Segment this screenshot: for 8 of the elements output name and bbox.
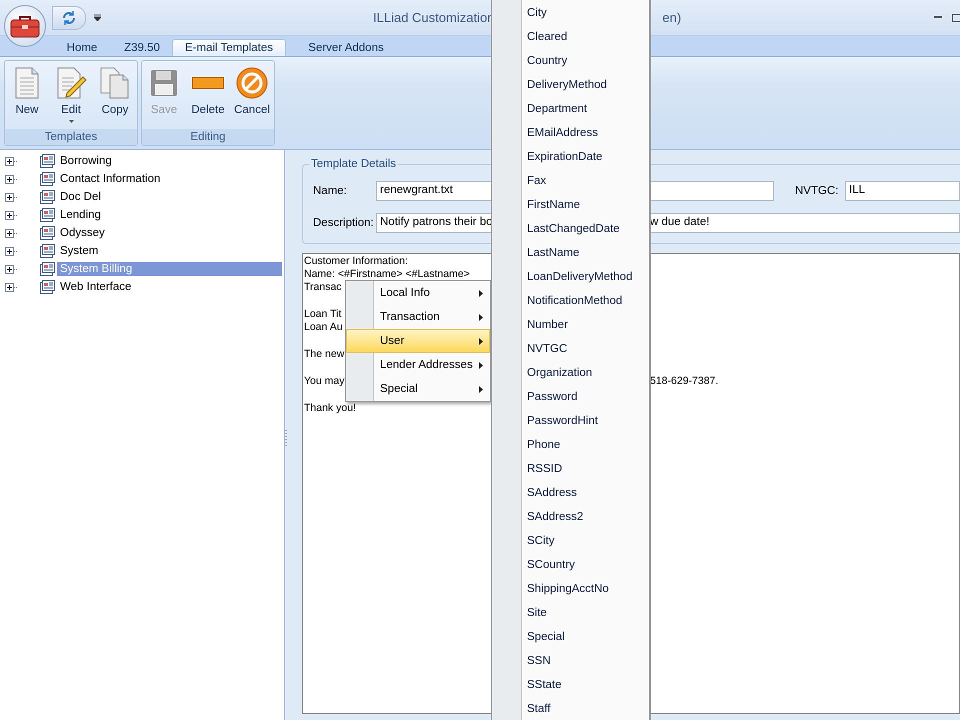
group-label: Templates [5,129,137,145]
window-title: en) [662,10,682,25]
panel-title: Template Details [309,158,398,170]
group-label: Editing [142,129,274,145]
window-title: ILLiad Customization [373,10,494,25]
field-label: Description: [313,217,375,229]
field-label: NVTGC: [795,185,840,197]
field-label: Name: [313,185,348,197]
